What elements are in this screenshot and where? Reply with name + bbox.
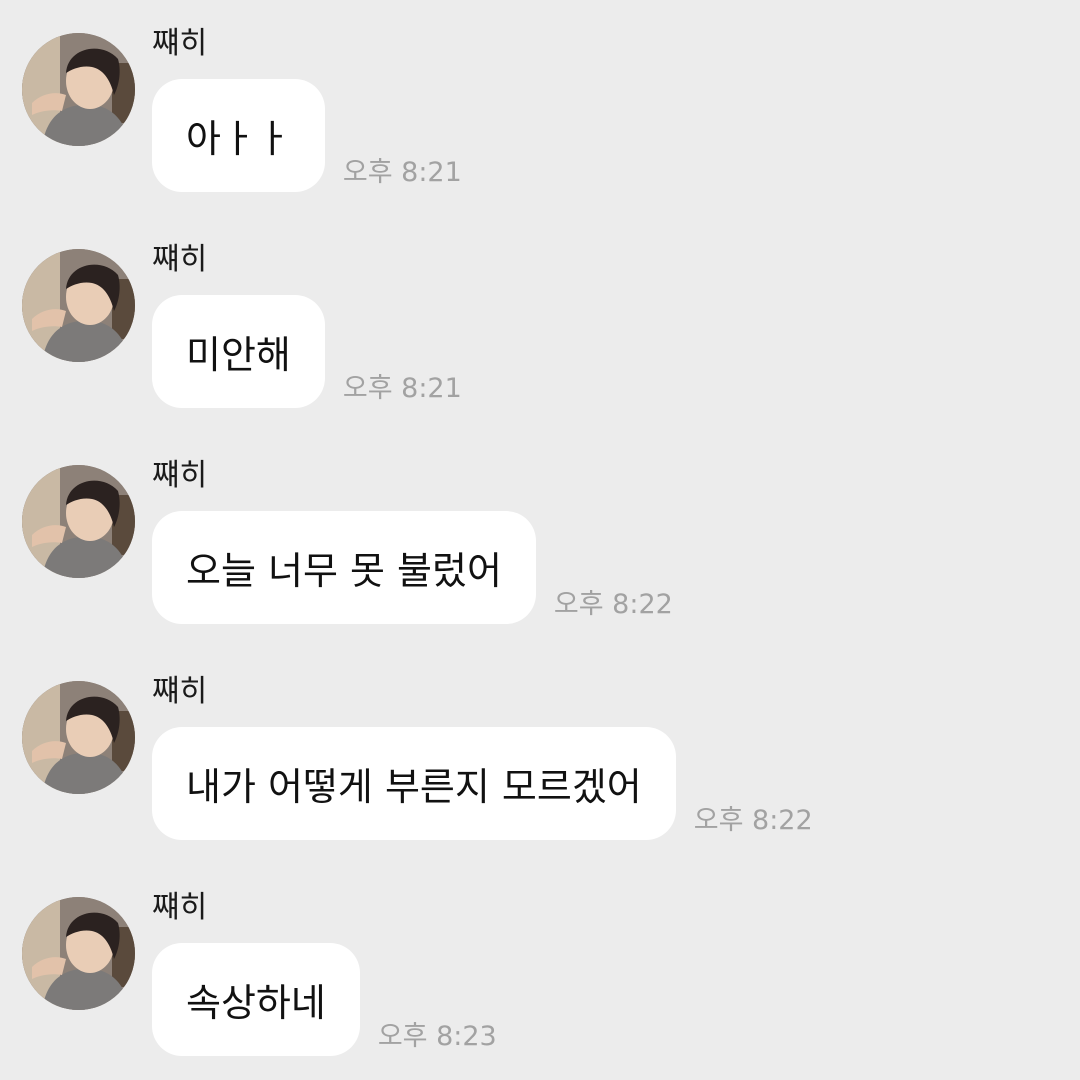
chat-message: 쨰히 아ㅏㅏ 오후 8:21 <box>0 0 1080 216</box>
chat-message: 쨰히 미안해 오후 8:21 <box>0 216 1080 432</box>
sender-name: 쨰히 <box>152 674 208 709</box>
chat-message: 쨰히 내가 어떻게 부른지 모르겠어 오후 8:22 <box>0 648 1080 864</box>
sender-name: 쨰히 <box>152 26 208 61</box>
chat-message: 쨰히 오늘 너무 못 불렀어 오후 8:22 <box>0 432 1080 648</box>
sender-name: 쨰히 <box>152 242 208 277</box>
message-timestamp: 오후 8:23 <box>377 1021 497 1052</box>
message-bubble[interactable]: 내가 어떻게 부른지 모르겠어 <box>152 727 676 840</box>
message-bubble[interactable]: 아ㅏㅏ <box>152 79 325 192</box>
message-timestamp: 오후 8:22 <box>553 589 673 620</box>
avatar[interactable] <box>22 897 135 1010</box>
chat-message-list[interactable]: 쨰히 아ㅏㅏ 오후 8:21 쨰히 미안해 오후 8:21 쨰히 오늘 너무 못… <box>0 0 1080 1073</box>
chat-message: 쨰히 속상하네 오후 8:23 <box>0 864 1080 1080</box>
message-bubble[interactable]: 오늘 너무 못 불렀어 <box>152 511 536 624</box>
avatar[interactable] <box>22 249 135 362</box>
message-bubble[interactable]: 미안해 <box>152 295 325 408</box>
avatar[interactable] <box>22 465 135 578</box>
message-timestamp: 오후 8:21 <box>342 157 462 188</box>
avatar[interactable] <box>22 681 135 794</box>
sender-name: 쨰히 <box>152 458 208 493</box>
message-timestamp: 오후 8:22 <box>693 805 813 836</box>
message-bubble[interactable]: 속상하네 <box>152 943 360 1056</box>
avatar[interactable] <box>22 33 135 146</box>
sender-name: 쨰히 <box>152 890 208 925</box>
message-timestamp: 오후 8:21 <box>342 373 462 404</box>
